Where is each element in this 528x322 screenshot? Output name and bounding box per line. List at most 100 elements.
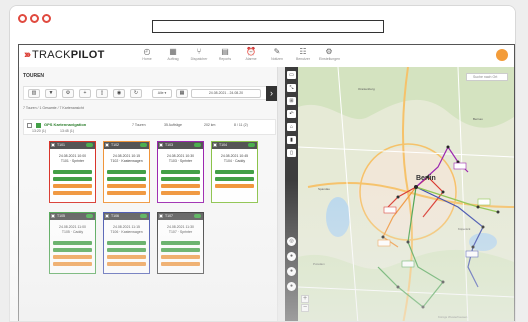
add-button[interactable]: + [79, 89, 91, 98]
nav-icon: ⏰ [246, 47, 256, 56]
browser-window: ››› TRACKPILOT ◴ Home ▦ Auftrag ⑂ Dispatcher ▤ R… [9, 5, 516, 322]
tour-status-badge [194, 143, 201, 147]
next-arrow-button[interactable]: › [266, 86, 277, 101]
nav-label: Notizen [271, 57, 283, 61]
map-layer-toggle[interactable]: ◎ [287, 237, 296, 246]
tour-status-badge [86, 143, 93, 147]
tour-date: 24.08.2021 11:00 [59, 225, 86, 229]
columns-button[interactable]: ▥ [28, 89, 40, 98]
nav-item-home[interactable]: ◴ Home [137, 47, 157, 62]
refresh-button[interactable]: ↻ [130, 89, 142, 98]
map-toolstrip: ▭ ⤡ ⊞ ↶ ⌂ ▮ ▯ ◎ ● ● ● [285, 67, 298, 321]
calendar-icon[interactable]: ▦ [176, 89, 188, 98]
tour-checkbox[interactable] [105, 214, 109, 218]
tour-vehicle: T102 · Kastenwagen [110, 159, 143, 163]
nav-icon: ◴ [143, 47, 151, 56]
group-status-icon [36, 123, 41, 128]
nav-item-einstellungen[interactable]: ⚙ Einstellungen [319, 47, 340, 62]
tour-progress-bar [53, 184, 92, 188]
map-layer-toggle[interactable]: ● [287, 282, 296, 291]
map-layer-toggle[interactable]: ● [287, 267, 296, 276]
tour-group-header[interactable]: GPS Kartennavigation 13:20 (1) 13:45 (1)… [23, 119, 276, 135]
tour-card-header: T103 [158, 142, 203, 149]
tour-checkbox[interactable] [51, 143, 55, 147]
tour-card[interactable]: T104 24.08.2021 10:45 T104 · Caddy [211, 141, 258, 203]
panel-splitter[interactable] [277, 67, 285, 321]
nav-item-alarme[interactable]: ⏰ Alarme [241, 47, 261, 62]
tour-date: 24.08.2021 10:45 [220, 154, 249, 158]
tour-card[interactable]: T102 24.08.2021 10:15 T102 · Kastenwagen [103, 141, 150, 203]
nav-icon: ✎ [273, 47, 281, 56]
tour-title: T104 [219, 143, 227, 147]
tour-title: T102 [111, 143, 119, 147]
tour-vehicle: T105 · Caddy [61, 230, 84, 234]
panel-button[interactable]: ▯ [96, 89, 108, 98]
tour-card[interactable]: T105 24.08.2021 11:00 T105 · Caddy [49, 212, 96, 274]
browser-chrome [10, 6, 515, 44]
tour-checkbox[interactable] [105, 143, 109, 147]
window-close-dot[interactable] [18, 14, 27, 23]
zoom-out-button[interactable]: − [301, 304, 309, 312]
tour-card[interactable]: T103 24.08.2021 10:30 T103 · Sprinter [157, 141, 204, 203]
user-avatar[interactable] [496, 49, 508, 61]
nav-icon: ▦ [169, 47, 177, 56]
tour-checkbox[interactable] [159, 214, 163, 218]
nav-icon: ☷ [299, 47, 307, 56]
nav-label: Home [142, 57, 152, 61]
nav-item-notizen[interactable]: ✎ Notizen [267, 47, 287, 62]
tour-checkbox[interactable] [159, 143, 163, 147]
nav-icon: ▤ [221, 47, 229, 56]
tour-vehicle: T104 · Caddy [223, 159, 246, 163]
map-tool-button[interactable]: ▭ [287, 71, 296, 79]
tour-checkbox[interactable] [213, 143, 217, 147]
nav-item-benutzer[interactable]: ☷ Benutzer [293, 47, 313, 62]
group-checkbox[interactable] [27, 123, 32, 128]
nav-label: Alarme [245, 57, 257, 61]
section-title: TOUREN [23, 73, 45, 79]
tour-progress-bar [107, 184, 146, 188]
zoom-in-button[interactable]: + [301, 295, 309, 303]
tour-date: 24.08.2021 11:30 [167, 225, 194, 229]
date-range-input[interactable]: 24.08.2021 - 24.08.20 [191, 89, 261, 98]
tour-card[interactable]: T101 24.08.2021 10:00 T101 · Sprinter [49, 141, 96, 203]
tour-status-badge [140, 214, 147, 218]
map-search-input[interactable]: Suche nach Ort [466, 73, 508, 81]
map-tool-button[interactable]: ⤡ [287, 84, 296, 92]
view-button[interactable]: ◉ [113, 89, 125, 98]
address-bar[interactable] [152, 20, 384, 33]
tour-progress-bar [53, 170, 92, 174]
map-layer-toggle[interactable]: ● [287, 252, 296, 261]
nav-item-dispatcher[interactable]: ⑂ Dispatcher [189, 47, 209, 62]
tour-progress-bar [161, 241, 200, 245]
tour-vehicle: T101 · Sprinter [60, 159, 85, 163]
tour-progress-bar [53, 248, 92, 252]
tour-card[interactable]: T106 24.08.2021 11:15 T106 · Kastenwagen [103, 212, 150, 274]
tour-progress-bar [161, 177, 200, 181]
tour-progress-bar [53, 255, 92, 259]
map-tool-button[interactable]: ⌂ [287, 123, 296, 131]
map-tool-button[interactable]: ▮ [287, 136, 296, 144]
map-view[interactable]: Suche nach Ort + − Berlin Spandau Oranie… [298, 67, 514, 321]
tour-date: 24.08.2021 10:15 [112, 154, 141, 158]
tour-card-header: T101 [50, 142, 95, 149]
tour-progress-bar [107, 248, 146, 252]
tour-progress-bar [161, 262, 200, 266]
settings-button[interactable]: ⚙ [62, 89, 74, 98]
trackpilot-logo[interactable]: ››› TRACKPILOT [24, 49, 105, 61]
map-tool-button[interactable]: ↶ [287, 110, 296, 118]
window-maximize-dot[interactable] [42, 14, 51, 23]
tour-progress-bar [107, 170, 146, 174]
map-tool-button[interactable]: ▯ [287, 149, 296, 157]
place-label-koepenick: Köpenick [458, 227, 471, 231]
filter-select[interactable]: Alle ▾ [152, 89, 172, 98]
place-label-spandau: Spandau [318, 187, 331, 191]
nav-item-auftrag[interactable]: ▦ Auftrag [163, 47, 183, 62]
tour-checkbox[interactable] [51, 214, 55, 218]
tour-progress-bar [161, 184, 200, 188]
nav-item-reports[interactable]: ▤ Reports [215, 47, 235, 62]
window-minimize-dot[interactable] [30, 14, 39, 23]
tour-progress-bar [53, 262, 92, 266]
map-tool-button[interactable]: ⊞ [287, 97, 296, 105]
filter-button[interactable]: ▼ [45, 89, 57, 98]
tour-card[interactable]: T107 24.08.2021 11:30 T107 · Sprinter [157, 212, 204, 274]
